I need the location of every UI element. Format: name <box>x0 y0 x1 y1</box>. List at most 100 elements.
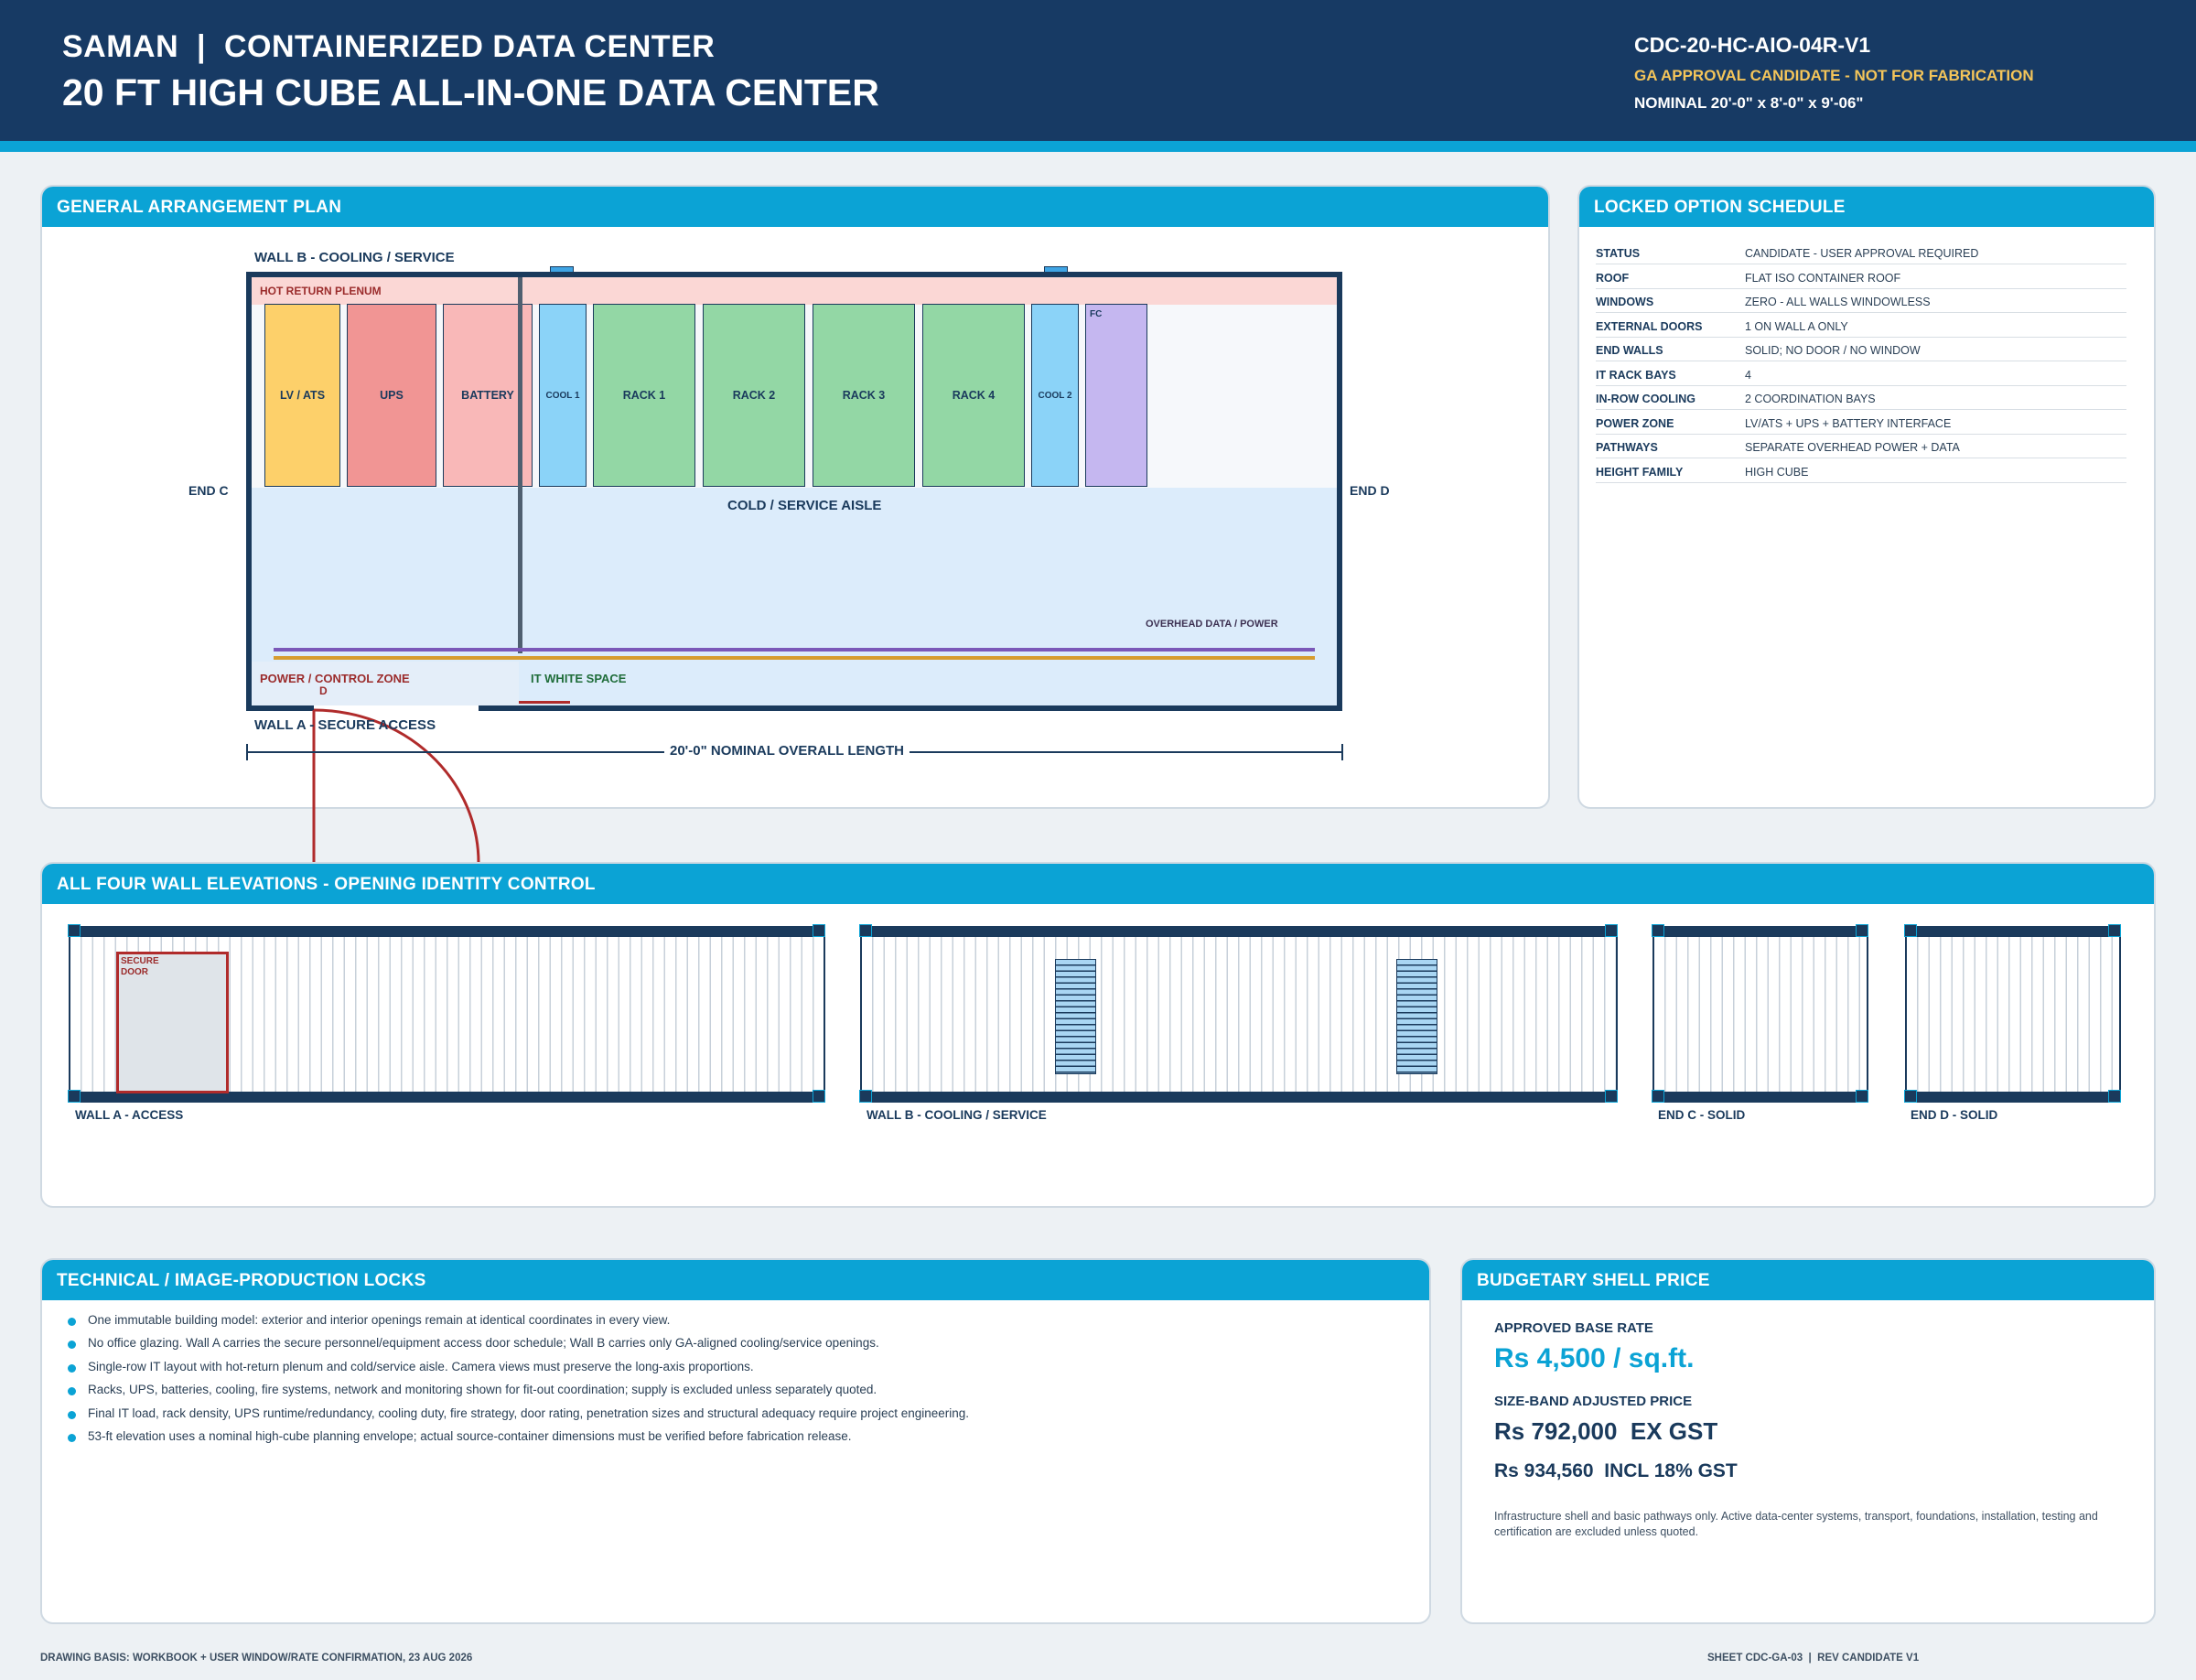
secure-door-label: SECURE DOOR <box>121 956 159 977</box>
budget-price-heading: BUDGETARY SHELL PRICE <box>1462 1260 2154 1300</box>
schedule-value: 4 <box>1745 368 1751 382</box>
lock-item-text: One immutable building model: exterior a… <box>88 1313 671 1327</box>
bullet-icon <box>68 1318 76 1326</box>
wall-b-top-rail <box>862 928 1616 937</box>
bullet-icon <box>68 1434 76 1442</box>
end-d-bottom-rail <box>1907 1092 2119 1101</box>
schedule-row: EXTERNAL DOORS 1 ON WALL A ONLY <box>1596 314 2126 338</box>
schedule-row: IN-ROW COOLING 2 COORDINATION BAYS <box>1596 386 2126 410</box>
schedule-row: IT RACK BAYS 4 <box>1596 362 2126 386</box>
sheet-reference: SHEET CDC-GA-03 | REV CANDIDATE V1 <box>1707 1653 1920 1664</box>
schedule-key: EXTERNAL DOORS <box>1596 319 1703 333</box>
lock-item-text: Racks, UPS, batteries, cooling, fire sys… <box>88 1383 877 1397</box>
wall-b-elevation-label: WALL B - COOLING / SERVICE <box>867 1108 1047 1122</box>
price-ex-gst: Rs 792,000 EX GST <box>1494 1417 1718 1445</box>
elevations-heading: ALL FOUR WALL ELEVATIONS - OPENING IDENT… <box>42 864 2154 904</box>
schedule-value: HIGH CUBE <box>1745 465 1809 479</box>
schedule-key: STATUS <box>1596 247 1641 260</box>
schedule-key: ROOF <box>1596 271 1630 285</box>
wall-b-elevation <box>860 926 1618 1103</box>
lock-item-text: Final IT load, rack density, UPS runtime… <box>88 1405 970 1420</box>
schedule-key: IT RACK BAYS <box>1596 368 1676 382</box>
ga-plan-panel: GENERAL ARRANGEMENT PLAN <box>40 185 1550 809</box>
schedule-key: END WALLS <box>1596 344 1663 357</box>
drawing-basis-note: DRAWING BASIS: WORKBOOK + USER WINDOW/RA… <box>40 1653 473 1664</box>
corner-casting <box>1605 924 1618 937</box>
schedule-row: HEIGHT FAMILY HIGH CUBE <box>1596 459 2126 483</box>
budget-price-panel: BUDGETARY SHELL PRICE APPROVED BASE RATE… <box>1460 1258 2156 1624</box>
lock-item: Single-row IT layout with hot-return ple… <box>68 1360 754 1373</box>
corner-casting <box>1856 1090 1868 1103</box>
corner-casting <box>1904 1090 1917 1103</box>
base-rate-value: Rs 4,500 / sq.ft. <box>1494 1343 1695 1373</box>
option-schedule-heading: LOCKED OPTION SCHEDULE <box>1579 187 2154 227</box>
end-c-elevation-label: END C - SOLID <box>1658 1108 1746 1122</box>
lock-item-text: 53-ft elevation uses a nominal high-cube… <box>88 1429 852 1443</box>
wall-a-elevation-label: WALL A - ACCESS <box>75 1108 184 1122</box>
bullet-icon <box>68 1341 76 1350</box>
end-d-top-rail <box>1907 928 2119 937</box>
corner-casting <box>2108 924 2121 937</box>
schedule-key: POWER ZONE <box>1596 416 1674 430</box>
schedule-value: FLAT ISO CONTAINER ROOF <box>1745 271 1901 285</box>
schedule-row: PATHWAYS SEPARATE OVERHEAD POWER + DATA <box>1596 435 2126 458</box>
schedule-value: LV/ATS + UPS + BATTERY INTERFACE <box>1745 416 1952 430</box>
end-c-elevation <box>1652 926 1868 1103</box>
wall-a-top-rail <box>70 928 824 937</box>
bullet-icon <box>68 1363 76 1373</box>
ga-plan-heading: GENERAL ARRANGEMENT PLAN <box>42 187 1548 227</box>
nominal-dimensions: NOMINAL 20'-0" x 8'-0" x 9'-06" <box>1634 94 1864 112</box>
technical-locks-heading: TECHNICAL / IMAGE-PRODUCTION LOCKS <box>42 1260 1429 1300</box>
wall-a-elevation: SECURE DOOR <box>69 926 825 1103</box>
schedule-row: END WALLS SOLID; NO DOOR / NO WINDOW <box>1596 338 2126 361</box>
schedule-value: 1 ON WALL A ONLY <box>1745 319 1848 333</box>
cooling-grille-2 <box>1396 959 1437 1074</box>
lock-item-text: Single-row IT layout with hot-return ple… <box>88 1359 754 1373</box>
corner-casting <box>1605 1090 1618 1103</box>
cooling-grille-1 <box>1055 959 1096 1074</box>
corner-casting <box>68 1090 81 1103</box>
lock-item-text: No office glazing. Wall A carries the se… <box>88 1336 879 1351</box>
schedule-value: ZERO - ALL WALLS WINDOWLESS <box>1745 296 1931 308</box>
corner-casting <box>68 924 81 937</box>
schedule-key: PATHWAYS <box>1596 441 1658 454</box>
end-c-bottom-rail <box>1654 1092 1867 1101</box>
title-bar-stripe <box>0 141 2196 152</box>
secure-door: SECURE DOOR <box>116 952 229 1093</box>
schedule-row: ROOF FLAT ISO CONTAINER ROOF <box>1596 265 2126 289</box>
drawing-title: 20 FT HIGH CUBE ALL-IN-ONE DATA CENTER <box>62 71 879 113</box>
approval-status: GA APPROVAL CANDIDATE - NOT FOR FABRICAT… <box>1634 67 2034 84</box>
lock-item: Racks, UPS, batteries, cooling, fire sys… <box>68 1383 877 1396</box>
end-c-top-rail <box>1654 928 1867 937</box>
bullet-icon <box>68 1410 76 1419</box>
base-rate-label: APPROVED BASE RATE <box>1494 1320 1653 1336</box>
corner-casting <box>859 1090 872 1103</box>
schedule-row: STATUS CANDIDATE - USER APPROVAL REQUIRED <box>1596 241 2126 264</box>
bullet-icon <box>68 1387 76 1396</box>
corner-casting <box>1652 924 1664 937</box>
schedule-row: POWER ZONE LV/ATS + UPS + BATTERY INTERFA… <box>1596 411 2126 435</box>
option-schedule-panel: LOCKED OPTION SCHEDULE STATUS CANDIDATE -… <box>1577 185 2156 809</box>
end-d-elevation <box>1905 926 2121 1103</box>
lock-item: One immutable building model: exterior a… <box>68 1313 670 1327</box>
schedule-value: SOLID; NO DOOR / NO WINDOW <box>1745 344 1921 357</box>
schedule-row: WINDOWS ZERO - ALL WALLS WINDOWLESS <box>1596 289 2126 313</box>
corner-casting <box>813 924 825 937</box>
end-d-elevation-label: END D - SOLID <box>1911 1108 1998 1122</box>
schedule-value: CANDIDATE - USER APPROVAL REQUIRED <box>1745 247 1979 260</box>
corner-casting <box>1904 924 1917 937</box>
lock-item: 53-ft elevation uses a nominal high-cube… <box>68 1429 852 1443</box>
wall-b-bottom-rail <box>862 1092 1616 1101</box>
brand-line: SAMAN | CONTAINERIZED DATA CENTER <box>62 29 716 64</box>
schedule-key: HEIGHT FAMILY <box>1596 465 1684 479</box>
corner-casting <box>2108 1090 2121 1103</box>
schedule-value: SEPARATE OVERHEAD POWER + DATA <box>1745 441 1960 454</box>
corner-casting <box>1856 924 1868 937</box>
lock-item: Final IT load, rack density, UPS runtime… <box>68 1406 969 1420</box>
drawing-code: CDC-20-HC-AIO-04R-V1 <box>1634 33 1871 57</box>
price-note: Infrastructure shell and basic pathways … <box>1494 1510 2098 1538</box>
corner-casting <box>813 1090 825 1103</box>
adjusted-price-label: SIZE-BAND ADJUSTED PRICE <box>1494 1394 1693 1409</box>
schedule-value: 2 COORDINATION BAYS <box>1745 393 1876 405</box>
corner-casting <box>859 924 872 937</box>
